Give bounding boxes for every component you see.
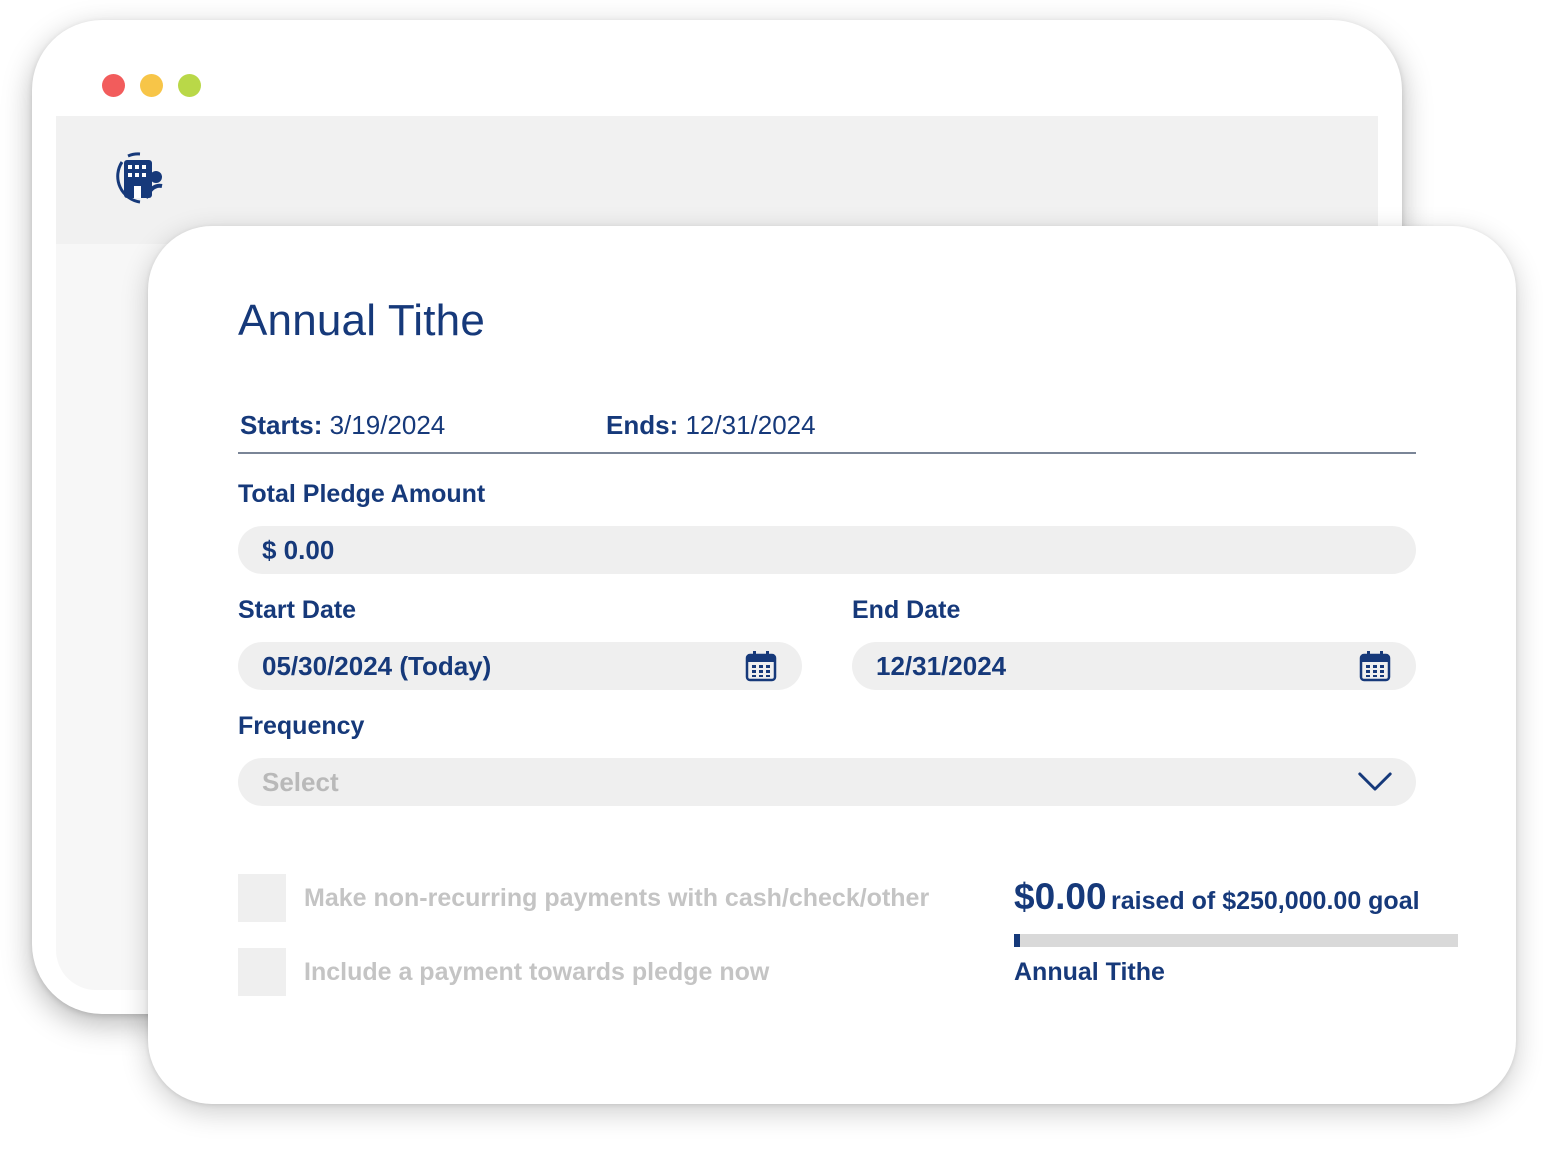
end-date-input[interactable]: 12/31/2024 — [852, 642, 1416, 690]
payment-now-label: Include a payment towards pledge now — [304, 957, 770, 986]
raised-summary: $0.00 raised of $250,000.00 goal — [1014, 876, 1458, 918]
minimize-dot[interactable] — [140, 74, 163, 97]
window-controls — [102, 74, 201, 97]
total-pledge-label: Total Pledge Amount — [238, 480, 486, 508]
nonrecurring-checkbox[interactable] — [238, 874, 286, 922]
ends-label: Ends: — [606, 410, 679, 440]
chevron-down-icon[interactable] — [1358, 765, 1392, 799]
goal-progress-fill — [1014, 934, 1020, 947]
goal-progress-bar — [1014, 934, 1458, 947]
start-date-label: Start Date — [238, 596, 357, 624]
pledge-form-card: Annual Tithe Starts: 3/19/2024 Ends: 12/… — [148, 226, 1516, 1104]
frequency-select[interactable]: Select — [238, 758, 1416, 806]
start-date-input[interactable]: 05/30/2024 (Today) — [238, 642, 802, 690]
raised-amount: $0.00 — [1014, 876, 1107, 917]
app-header — [56, 116, 1378, 244]
campaign-dates: Starts: 3/19/2024 Ends: 12/31/2024 — [238, 406, 1416, 454]
end-date-label: End Date — [852, 596, 961, 624]
church-building-icon — [110, 150, 170, 208]
payment-now-option[interactable]: Include a payment towards pledge now — [238, 948, 769, 996]
frequency-label: Frequency — [238, 712, 365, 740]
ends-value: 12/31/2024 — [685, 410, 816, 440]
nonrecurring-option[interactable]: Make non-recurring payments with cash/ch… — [238, 874, 929, 922]
close-dot[interactable] — [102, 74, 125, 97]
calendar-icon[interactable] — [744, 649, 778, 683]
total-pledge-value: $ 0.00 — [262, 534, 335, 565]
campaign-title: Annual Tithe — [238, 296, 486, 345]
end-date-value: 12/31/2024 — [876, 650, 1007, 681]
frequency-placeholder: Select — [262, 766, 339, 797]
starts-value: 3/19/2024 — [329, 410, 446, 440]
maximize-dot[interactable] — [178, 74, 201, 97]
total-pledge-input[interactable]: $ 0.00 — [238, 526, 1416, 574]
start-date-value: 05/30/2024 (Today) — [262, 650, 492, 681]
raised-goal-text: raised of $250,000.00 goal — [1111, 887, 1420, 915]
campaign-end: Ends: 12/31/2024 — [606, 410, 816, 441]
campaign-start: Starts: 3/19/2024 — [240, 410, 445, 441]
payment-now-checkbox[interactable] — [238, 948, 286, 996]
progress-campaign-label: Annual Tithe — [1014, 958, 1165, 986]
starts-label: Starts: — [240, 410, 323, 440]
nonrecurring-label: Make non-recurring payments with cash/ch… — [304, 883, 930, 912]
calendar-icon[interactable] — [1358, 649, 1392, 683]
